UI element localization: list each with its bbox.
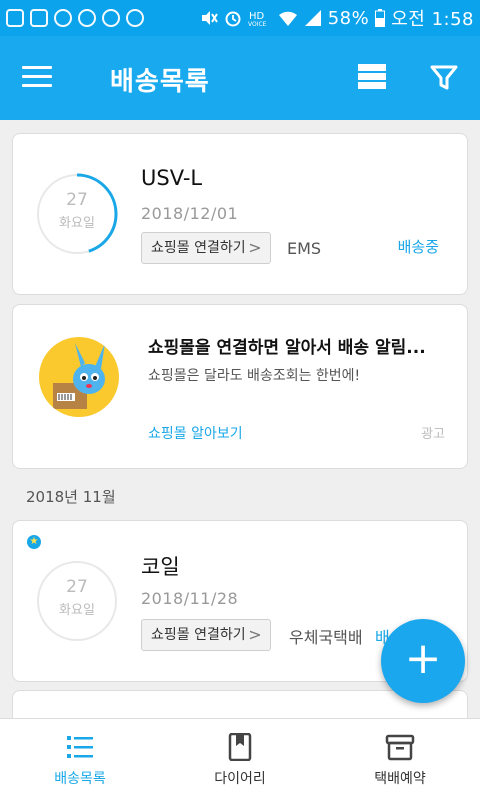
nav-item-diary[interactable]: 다이어리	[160, 719, 320, 800]
page-title: 배송목록	[110, 67, 210, 97]
list-icon	[67, 736, 93, 758]
connect-mall-label: 쇼핑몰 연결하기	[151, 627, 246, 643]
weekday-label: 화요일	[59, 216, 95, 231]
clock: 오전 1:58	[391, 9, 474, 30]
list-icon[interactable]	[358, 64, 386, 92]
connect-mall-button[interactable]: 쇼핑몰 연결하기 >	[141, 232, 271, 264]
progress-dial: 27 화요일	[35, 559, 119, 643]
shipping-status: 배송중	[397, 238, 439, 256]
nav-label: 택배예약	[374, 771, 426, 787]
star-icon: ★	[27, 535, 41, 549]
menu-icon[interactable]	[22, 66, 52, 88]
mute-icon	[201, 11, 218, 25]
filter-icon[interactable]	[430, 64, 458, 92]
chevron-right-icon: >	[248, 238, 262, 257]
item-title: 코일	[141, 555, 180, 579]
signal-icon	[304, 10, 321, 26]
ad-subtitle: 쇼핑몰은 달라도 배송조회는 한번에!	[148, 368, 361, 384]
day-number: 27	[66, 190, 88, 210]
shipment-card[interactable]: 27 화요일 USV-L 2018/12/01 쇼핑몰 연결하기 > EMS 배송…	[12, 133, 468, 295]
item-title: USV-L	[141, 166, 203, 190]
app-icon	[102, 9, 120, 27]
rabbit-icon	[53, 343, 105, 409]
battery-icon	[375, 9, 386, 27]
facebook-icon	[30, 9, 48, 27]
item-date: 2018/12/01	[141, 204, 239, 223]
nav-item-reservation[interactable]: 택배예약	[320, 719, 480, 800]
bookmark-icon	[228, 733, 252, 761]
connect-mall-button[interactable]: 쇼핑몰 연결하기 >	[141, 619, 271, 651]
app-bar: 배송목록	[0, 36, 480, 120]
box-icon	[385, 734, 415, 761]
app-icon	[78, 9, 96, 27]
ad-title: 쇼핑몰을 연결하면 알아서 배송 알림...	[148, 338, 426, 358]
chevron-right-icon: >	[248, 625, 262, 644]
message-icon	[6, 9, 24, 27]
ad-card[interactable]: 쇼핑몰을 연결하면 알아서 배송 알림... 쇼핑몰은 달라도 배송조회는 한번…	[12, 304, 468, 469]
battery-percent: 58%	[327, 7, 370, 29]
nav-item-shipments[interactable]: 배송목록	[0, 719, 160, 800]
nav-label: 다이어리	[214, 771, 266, 787]
courier-name: EMS	[287, 239, 322, 258]
status-bar: HD VOICE 58% 오전 1:58	[0, 0, 480, 36]
ad-tag: 광고	[421, 427, 445, 442]
wifi-icon	[278, 11, 297, 26]
ad-logo	[39, 337, 119, 417]
add-shipment-button[interactable]: +	[381, 619, 465, 703]
svg-text:VOICE: VOICE	[248, 21, 267, 27]
nav-label: 배송목록	[54, 771, 106, 787]
month-header: 2018년 11월	[26, 488, 116, 506]
hd-voice-icon: HDVOICE	[248, 11, 267, 27]
item-date: 2018/11/28	[141, 589, 239, 608]
saturn-icon	[54, 9, 72, 27]
bottom-nav: 배송목록 다이어리 택배예약	[0, 718, 480, 800]
weekday-label: 화요일	[59, 603, 95, 618]
ad-link[interactable]: 쇼핑몰 알아보기	[148, 423, 243, 443]
notification-icons	[6, 9, 144, 27]
alarm-icon	[225, 11, 241, 27]
talk-icon	[126, 9, 144, 27]
day-number: 27	[66, 577, 88, 597]
progress-dial: 27 화요일	[35, 172, 119, 256]
courier-name: 우체국택배	[289, 628, 363, 647]
connect-mall-label: 쇼핑몰 연결하기	[151, 240, 246, 256]
system-icons: HD VOICE 58% 오전 1:58	[200, 5, 474, 31]
